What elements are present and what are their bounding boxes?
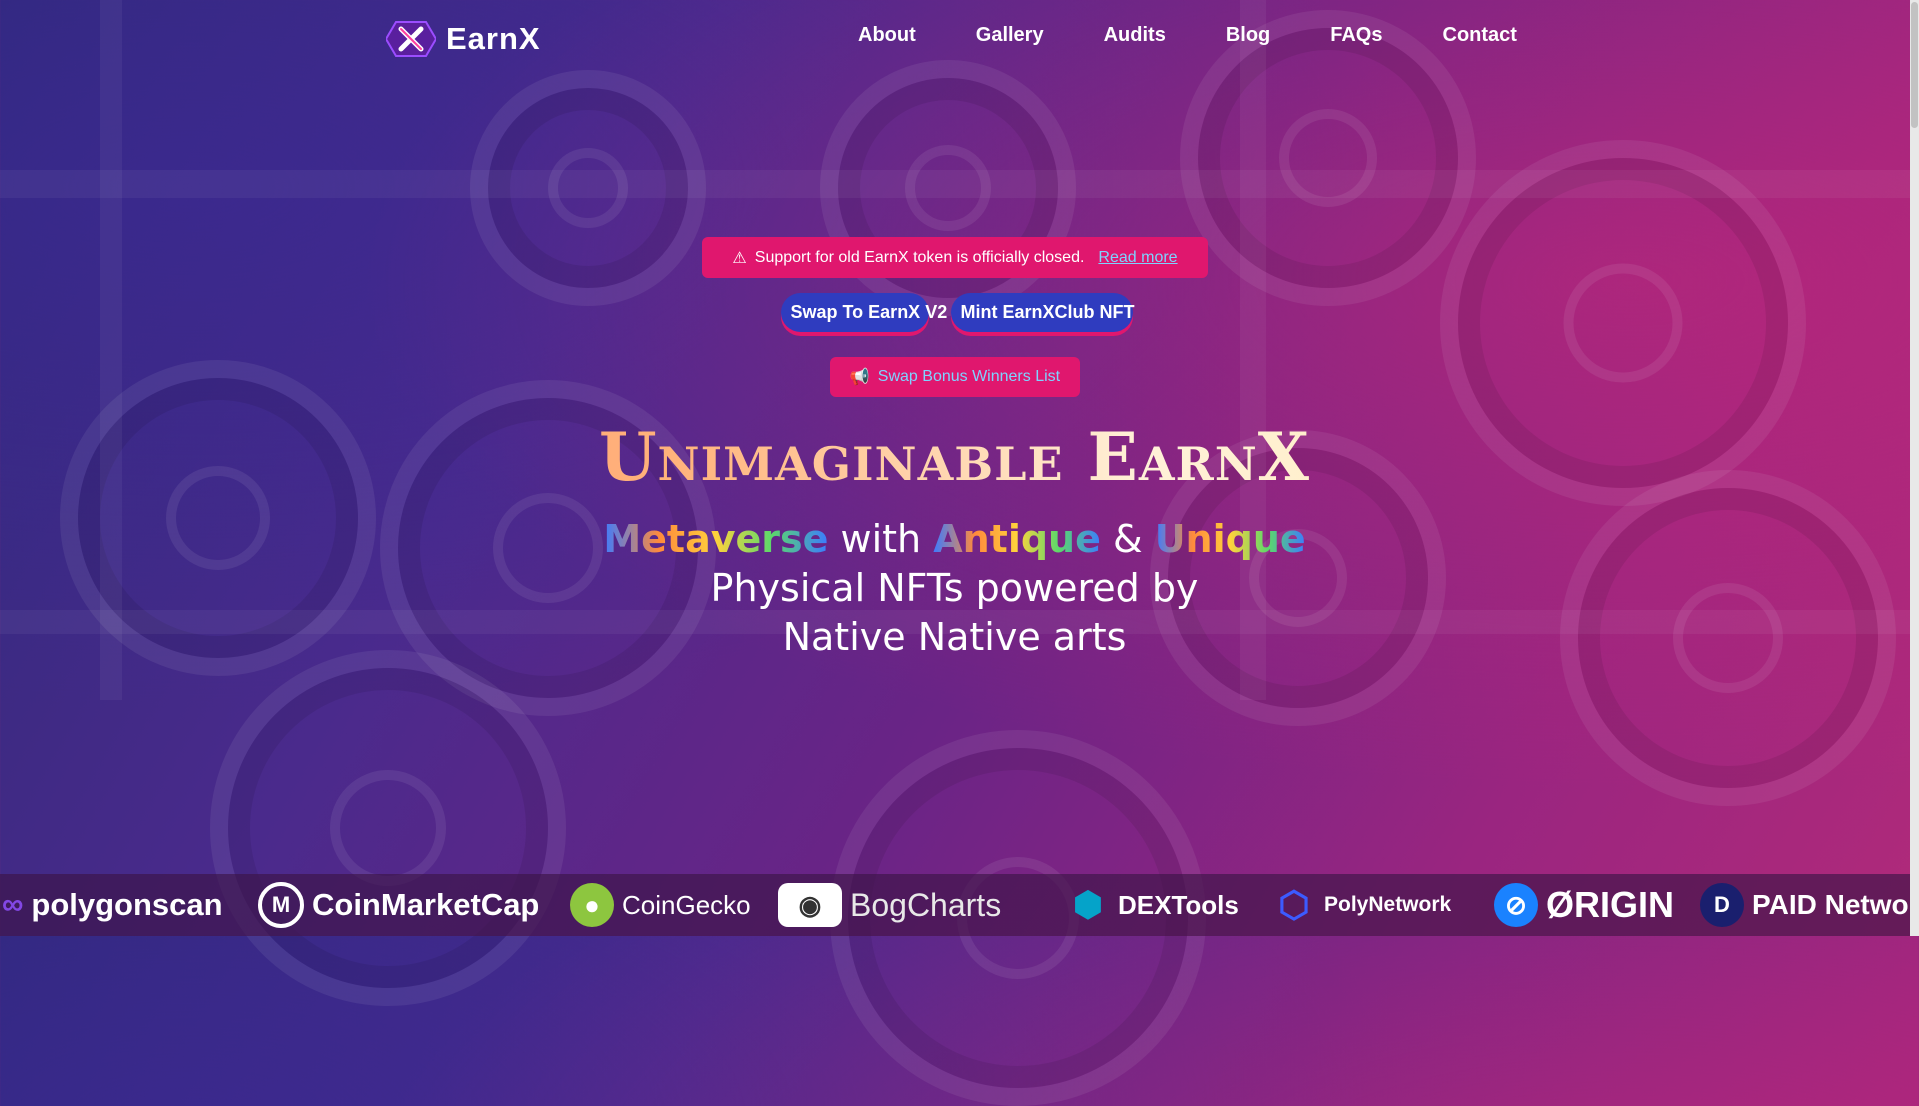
swap-bonus-winners-button[interactable]: 📢 Swap Bonus Winners List bbox=[830, 357, 1080, 397]
partner-coinmarketcap[interactable]: M CoinMarketCap bbox=[258, 874, 539, 936]
partner-paid-network[interactable]: D PAID Network bbox=[1700, 874, 1919, 936]
coinmarketcap-icon: M bbox=[258, 882, 304, 928]
bogcharts-icon: ◉ bbox=[778, 883, 842, 927]
partner-label: DEXTools bbox=[1118, 889, 1239, 920]
partner-label: CoinMarketCap bbox=[312, 887, 540, 922]
partner-label: CoinGecko bbox=[622, 889, 751, 920]
origin-icon: ⊘ bbox=[1494, 883, 1538, 927]
word-metaverse: Metaverse bbox=[603, 517, 829, 561]
notice-text: Support for old EarnX token is officiall… bbox=[754, 248, 1085, 266]
nav-audits[interactable]: Audits bbox=[1104, 24, 1166, 47]
hero-title: Unimaginable EarnX bbox=[0, 418, 1914, 496]
word-with: with bbox=[828, 517, 934, 561]
action-buttons: Swap To EarnX V2 Mint EarnXClub NFT bbox=[0, 293, 1916, 332]
partner-origin[interactable]: ⊘ ØRIGIN bbox=[1494, 874, 1674, 936]
coingecko-icon: ● bbox=[570, 883, 614, 927]
word-antique: Antique bbox=[933, 517, 1101, 561]
partner-bogcharts[interactable]: ◉ BogCharts bbox=[778, 874, 1001, 936]
brand-name: EarnX bbox=[446, 21, 541, 56]
mint-nft-button[interactable]: Mint EarnXClub NFT bbox=[950, 293, 1135, 332]
swap-to-earnx-v2-button[interactable]: Swap To EarnX V2 bbox=[780, 293, 947, 332]
swap-bonus-label: Swap Bonus Winners List bbox=[877, 368, 1061, 385]
nav-blog[interactable]: Blog bbox=[1226, 24, 1270, 47]
partner-strip: ∞ polygonscan M CoinMarketCap ● CoinGeck… bbox=[0, 874, 1919, 936]
brand-logo[interactable]: EarnX bbox=[386, 20, 541, 58]
partner-polygonscan[interactable]: ∞ polygonscan bbox=[2, 874, 223, 936]
partner-polynetwork[interactable]: ⬡ PolyNetwork bbox=[1272, 874, 1451, 936]
hero-line-3: Native Native arts bbox=[782, 615, 1127, 659]
partner-label: polygonscan bbox=[31, 887, 223, 922]
warning-icon: ⚠ bbox=[732, 249, 747, 267]
megaphone-icon: 📢 bbox=[849, 369, 870, 386]
earnx-logo-icon bbox=[386, 21, 436, 57]
dextools-icon: ⬢ bbox=[1073, 886, 1103, 924]
hero-line-2: Physical NFTs powered by bbox=[710, 566, 1199, 610]
partner-coingecko[interactable]: ● CoinGecko bbox=[570, 874, 751, 936]
polygon-icon: ∞ bbox=[2, 888, 24, 921]
partner-label: PolyNetwork bbox=[1324, 893, 1452, 916]
paid-network-icon: D bbox=[1700, 883, 1744, 927]
nav-gallery[interactable]: Gallery bbox=[976, 24, 1044, 47]
word-unique: Unique bbox=[1154, 517, 1306, 561]
page-scrollbar[interactable] bbox=[1910, 0, 1919, 936]
read-more-link[interactable]: Read more bbox=[1098, 249, 1177, 267]
nav-faqs[interactable]: FAQs bbox=[1330, 24, 1382, 47]
partner-dextools[interactable]: ⬢ DEXTools bbox=[1066, 874, 1239, 936]
nav-contact[interactable]: Contact bbox=[1443, 24, 1517, 47]
token-closed-notice: ⚠ Support for old EarnX token is officia… bbox=[702, 237, 1208, 278]
scrollbar-thumb[interactable] bbox=[1911, 2, 1918, 128]
nav-about[interactable]: About bbox=[858, 24, 916, 47]
partner-label: ØRIGIN bbox=[1546, 884, 1675, 925]
hero-line-1: Metaverse with Antique & Unique bbox=[0, 515, 1914, 564]
hero-subtitle: Metaverse with Antique & Unique Physical… bbox=[0, 515, 1914, 662]
partner-label: PAID Network bbox=[1752, 889, 1919, 920]
polynetwork-icon: ⬡ bbox=[1278, 884, 1310, 925]
top-navigation: EarnX About Gallery Audits Blog FAQs Con… bbox=[0, 0, 1919, 78]
word-ampersand: & bbox=[1100, 517, 1155, 561]
main-menu: About Gallery Audits Blog FAQs Contact bbox=[858, 24, 1517, 47]
partner-label: BogCharts bbox=[850, 886, 1002, 923]
